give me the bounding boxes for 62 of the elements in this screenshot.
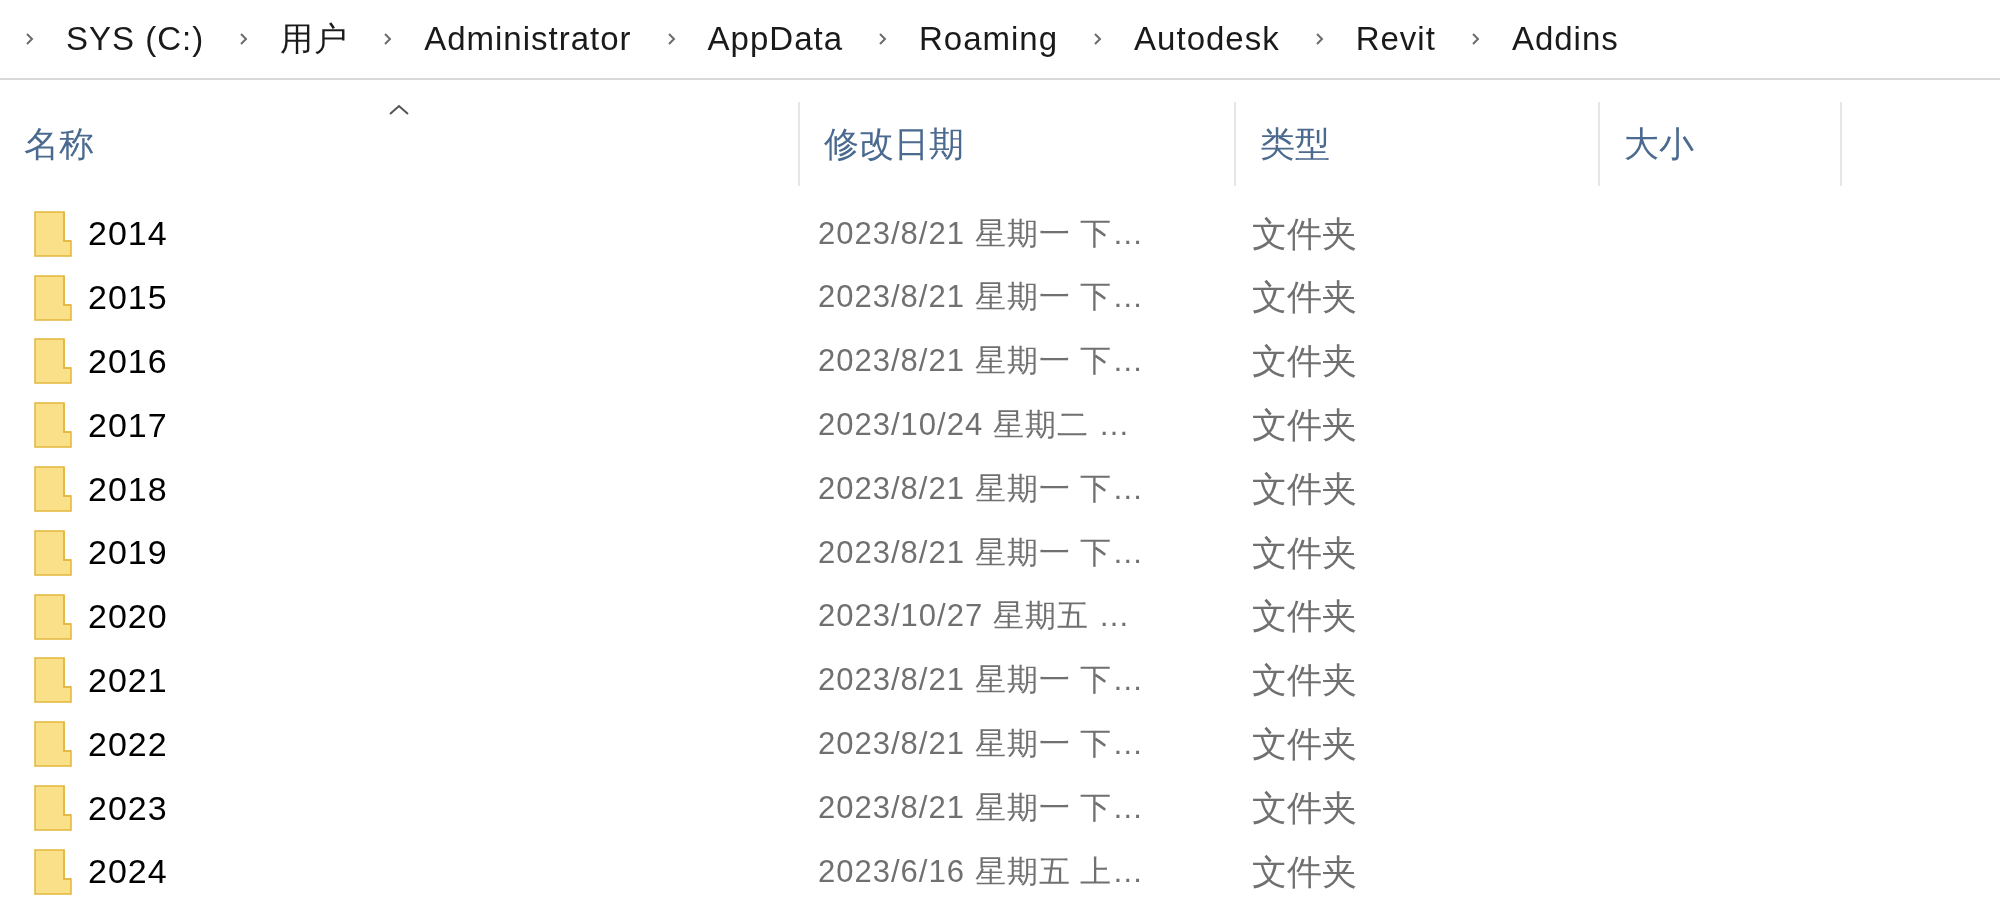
modified-date: 2023/8/21 星期一 下… (818, 470, 1145, 506)
breadcrumb-item[interactable]: Revit (1355, 14, 1436, 64)
file-type: 文件夹 (1251, 659, 1357, 702)
file-name[interactable]: 2020 (88, 591, 168, 643)
column-header[interactable]: 类型 (1234, 102, 1598, 186)
folder-icon (34, 402, 72, 449)
file-name[interactable]: 2022 (88, 718, 168, 770)
file-type: 文件夹 (1251, 467, 1357, 510)
folder-icon (34, 785, 72, 832)
file-name[interactable]: 2015 (88, 272, 168, 324)
modified-date: 2023/8/21 星期一 下… (818, 215, 1145, 251)
file-type: 文件夹 (1251, 595, 1357, 638)
breadcrumb-item[interactable]: 用户 (280, 14, 349, 64)
modified-date: 2023/10/24 星期二 … (818, 407, 1131, 443)
column-header[interactable]: 修改日期 (798, 102, 1234, 186)
folder-icon (34, 466, 72, 513)
chevron-right-icon[interactable] (665, 31, 678, 47)
modified-date: 2023/8/21 星期一 下… (818, 279, 1145, 315)
file-type: 文件夹 (1251, 531, 1357, 574)
modified-date: 2023/8/21 星期一 下… (818, 534, 1145, 570)
file-name[interactable]: 2014 (88, 208, 168, 260)
breadcrumb-item[interactable]: Roaming (919, 14, 1059, 64)
file-type: 文件夹 (1251, 212, 1357, 255)
folder-icon (34, 593, 72, 640)
column-header[interactable]: 大小 (1598, 102, 1840, 186)
column-header[interactable]: 名称 (0, 102, 798, 186)
sort-caret-icon (388, 104, 410, 116)
modified-date: 2023/8/21 星期一 下… (818, 662, 1145, 698)
breadcrumb-item[interactable]: Addins (1511, 14, 1619, 64)
chevron-right-icon[interactable] (24, 31, 36, 47)
folder-icon (34, 657, 72, 704)
file-type: 文件夹 (1251, 340, 1357, 383)
file-name[interactable]: 2017 (88, 399, 168, 451)
chevron-right-icon[interactable] (1469, 31, 1482, 47)
folder-icon (34, 338, 72, 385)
chevron-right-icon[interactable] (877, 31, 889, 47)
file-name[interactable]: 2016 (88, 336, 168, 387)
folder-icon (34, 210, 72, 257)
file-name[interactable]: 2024 (88, 846, 168, 898)
file-type: 文件夹 (1251, 786, 1357, 829)
breadcrumb-item[interactable]: SYS (C:) (66, 14, 205, 64)
modified-date: 2023/8/21 星期一 下… (818, 343, 1145, 379)
file-type: 文件夹 (1251, 276, 1357, 319)
folder-icon (34, 274, 72, 321)
breadcrumb-item[interactable]: Autodesk (1134, 14, 1280, 64)
breadcrumb-item[interactable]: Administrator (424, 14, 632, 64)
file-name[interactable]: 2018 (88, 463, 168, 515)
folder-icon (34, 721, 72, 768)
folder-icon (34, 529, 72, 576)
file-name[interactable]: 2023 (88, 782, 168, 834)
file-name[interactable]: 2019 (88, 527, 168, 579)
modified-date: 2023/8/21 星期一 下… (818, 726, 1145, 761)
chevron-right-icon[interactable] (1313, 31, 1326, 47)
file-name[interactable]: 2021 (88, 654, 168, 706)
file-type: 文件夹 (1251, 404, 1357, 447)
modified-date: 2023/8/21 星期一 下… (818, 789, 1145, 825)
file-type: 文件夹 (1251, 850, 1357, 893)
breadcrumb-item[interactable]: AppData (707, 14, 843, 64)
modified-date: 2023/6/16 星期五 上… (818, 853, 1145, 889)
modified-date: 2023/10/27 星期五 … (818, 598, 1131, 634)
file-type: 文件夹 (1251, 723, 1357, 765)
folder-icon (34, 848, 72, 895)
